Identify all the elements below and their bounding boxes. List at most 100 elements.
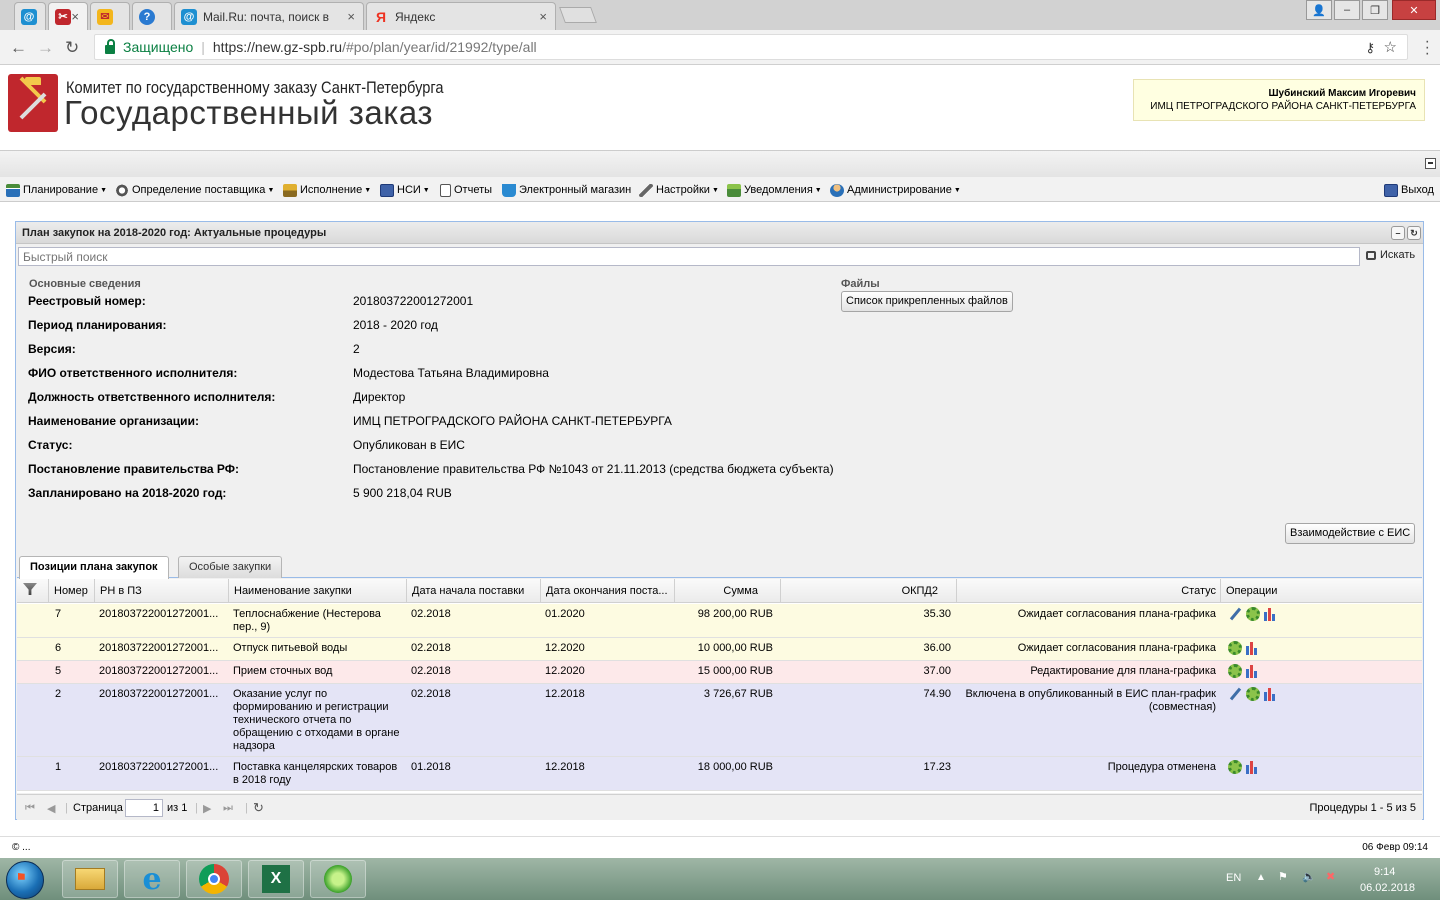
- tray-arrow-icon[interactable]: ▲: [1256, 872, 1266, 883]
- last-page-icon[interactable]: ⏭: [223, 802, 233, 815]
- tab-close-icon[interactable]: ×: [71, 9, 79, 24]
- bar-chart-icon[interactable]: [1246, 641, 1260, 655]
- bar-chart-icon[interactable]: [1246, 664, 1260, 678]
- menu-execution[interactable]: Исполнение ▼: [283, 182, 371, 198]
- chrome-menu-icon[interactable]: · · ·: [1425, 34, 1430, 62]
- process-gear-icon[interactable]: [1246, 687, 1260, 701]
- browser-tab-tools[interactable]: ✂ ×: [48, 2, 88, 30]
- browser-tab-yandex[interactable]: Я Яндекс ×: [366, 2, 556, 30]
- menu-eshop[interactable]: Электронный магазин: [502, 182, 631, 198]
- panel-refresh-icon[interactable]: ↻: [1407, 226, 1421, 240]
- process-gear-icon[interactable]: [1246, 607, 1260, 621]
- language-indicator[interactable]: EN: [1226, 872, 1241, 884]
- server-datetime: 06 Февр 09:14: [1362, 842, 1428, 853]
- cart-icon: [502, 183, 516, 197]
- menu-notifications[interactable]: Уведомления ▼: [727, 182, 822, 198]
- forward-arrow-icon[interactable]: →: [37, 38, 54, 58]
- taskbar-excel[interactable]: X: [248, 860, 304, 898]
- column-header-rn[interactable]: РН в ПЗ: [95, 579, 229, 603]
- exit-button[interactable]: Выход: [1384, 182, 1434, 198]
- browser-tab-envelope[interactable]: ✉: [90, 2, 130, 30]
- search-button[interactable]: Искать: [1366, 249, 1415, 261]
- key-icon[interactable]: ⚷: [1365, 40, 1375, 56]
- secure-label: Защищено: [123, 39, 194, 55]
- prev-page-icon[interactable]: ◀: [47, 802, 55, 815]
- menu-administration[interactable]: Администрирование ▼: [830, 182, 961, 198]
- browser-tab-mail-at[interactable]: @: [14, 2, 46, 30]
- field-label: Статус:: [28, 438, 73, 452]
- column-header-name[interactable]: Наименование закупки: [229, 579, 407, 603]
- quick-search-input[interactable]: [18, 247, 1360, 266]
- tab-close-icon[interactable]: ×: [539, 9, 547, 24]
- edit-pencil-icon[interactable]: [1228, 607, 1242, 621]
- filter-column-header[interactable]: [17, 579, 49, 603]
- bar-chart-icon[interactable]: [1246, 760, 1260, 774]
- cell-rn: 201803722001272001...: [99, 642, 219, 654]
- browser-tab-mailru[interactable]: @ Mail.Ru: почта, поиск в ×: [174, 2, 364, 30]
- tray-action-center-icon[interactable]: ⚑: [1278, 870, 1288, 883]
- network-icon[interactable]: ✖: [1326, 870, 1335, 883]
- tray-time[interactable]: 9:14: [1374, 866, 1395, 878]
- column-header-number[interactable]: Номер: [49, 579, 95, 603]
- collapse-header-button[interactable]: [1425, 158, 1436, 169]
- column-header-end-date[interactable]: Дата окончания поста...: [541, 579, 675, 603]
- first-page-icon[interactable]: ⏮: [25, 802, 35, 815]
- volume-icon[interactable]: 🔈: [1302, 870, 1316, 883]
- column-header-operations[interactable]: Операции: [1221, 579, 1422, 603]
- lock-icon: [105, 38, 115, 54]
- cell-end-date: 12.2018: [545, 688, 585, 700]
- grid-header: Номер РН в ПЗ Наименование закупки Дата …: [17, 579, 1422, 603]
- column-header-sum[interactable]: Сумма: [675, 579, 781, 603]
- panel-minimize-icon[interactable]: –: [1391, 226, 1405, 240]
- menu-nsi[interactable]: НСИ ▼: [380, 182, 430, 198]
- tab-plan-positions[interactable]: Позиции плана закупок: [19, 556, 169, 579]
- table-row[interactable]: 7 201803722001272001... Теплоснабжение (Не…: [17, 604, 1422, 638]
- taskbar-app[interactable]: [310, 860, 366, 898]
- column-header-okpd2[interactable]: ОКПД2: [781, 579, 957, 603]
- table-row[interactable]: 1 201803722001272001... Поставка канцелярс…: [17, 757, 1422, 791]
- process-gear-icon[interactable]: [1228, 760, 1242, 774]
- taskbar-chrome[interactable]: [186, 860, 242, 898]
- taskbar-explorer[interactable]: [62, 860, 118, 898]
- taskbar-ie[interactable]: e: [124, 860, 180, 898]
- plan-details: Основные сведения Файлы Список прикрепле…: [17, 272, 1422, 552]
- tab-special-purchases[interactable]: Особые закупки: [178, 556, 283, 578]
- column-header-start-date[interactable]: Дата начала поставки: [407, 579, 541, 603]
- menu-planning[interactable]: Планирование ▼: [6, 182, 107, 198]
- maximize-button[interactable]: ❐: [1362, 0, 1388, 20]
- table-row[interactable]: 2 201803722001272001... Оказание услуг по …: [17, 684, 1422, 757]
- bookmark-star-icon[interactable]: ☆: [1384, 38, 1397, 56]
- column-header-status[interactable]: Статус: [957, 579, 1221, 603]
- tray-date[interactable]: 06.02.2018: [1360, 882, 1415, 894]
- field-label: Реестровый номер:: [28, 294, 146, 308]
- back-arrow-icon[interactable]: ←: [10, 38, 27, 58]
- attached-files-button[interactable]: Список прикрепленных файлов: [841, 291, 1013, 312]
- url-input[interactable]: Защищено | https://new.gz-spb.ru/#po/pla…: [94, 34, 1408, 60]
- close-window-button[interactable]: ✕: [1392, 0, 1436, 20]
- menu-settings[interactable]: Настройки ▼: [639, 182, 719, 198]
- page-number-input[interactable]: [125, 799, 163, 817]
- user-profile-icon[interactable]: 👤: [1306, 0, 1332, 20]
- process-gear-icon[interactable]: [1228, 664, 1242, 678]
- windows-start-button[interactable]: [6, 861, 44, 899]
- table-row[interactable]: 5 201803722001272001... Прием сточных вод 0…: [17, 661, 1422, 684]
- menu-supplier[interactable]: Определение поставщика ▼: [115, 182, 274, 198]
- reload-icon[interactable]: ↻: [65, 38, 79, 58]
- tools-icon: ✂: [55, 8, 71, 25]
- next-page-icon[interactable]: ▶: [203, 802, 211, 815]
- tab-close-icon[interactable]: ×: [347, 9, 355, 24]
- field-value: 2: [353, 342, 360, 356]
- menu-reports[interactable]: Отчеты: [440, 182, 492, 198]
- bar-chart-icon[interactable]: [1264, 687, 1278, 701]
- browser-tab-info[interactable]: ?: [132, 2, 172, 30]
- grid-pager: ⏮ ◀ | Страница из 1 | ▶ ⏭ | ↻ Процедуры …: [17, 794, 1422, 820]
- chevron-down-icon: ▼: [953, 186, 961, 194]
- eis-interaction-button[interactable]: Взаимодействие с ЕИС: [1285, 523, 1416, 544]
- edit-pencil-icon[interactable]: [1228, 687, 1242, 701]
- new-tab-button[interactable]: [559, 7, 597, 23]
- process-gear-icon[interactable]: [1228, 641, 1242, 655]
- minimize-button[interactable]: –: [1334, 0, 1360, 20]
- table-row[interactable]: 6 201803722001272001... Отпуск питьевой во…: [17, 638, 1422, 661]
- refresh-icon[interactable]: ↻: [253, 800, 264, 816]
- bar-chart-icon[interactable]: [1264, 607, 1278, 621]
